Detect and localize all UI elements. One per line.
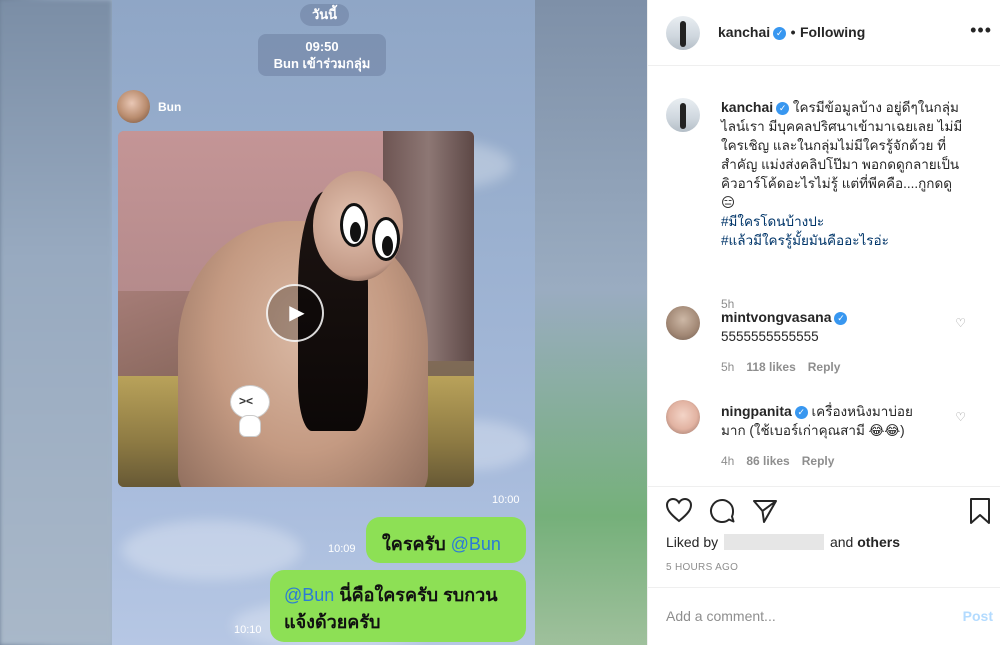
message-line: แจ้งด้วยครับ bbox=[284, 612, 381, 632]
caption-line: ใครเชิญ และในกลุ่มไม่มีใครรู้จักด้วย ที่ bbox=[721, 138, 946, 153]
reply-button[interactable]: Reply bbox=[808, 360, 841, 374]
join-time: 09:50 bbox=[305, 39, 339, 54]
comment-time[interactable]: 4h bbox=[721, 454, 734, 468]
join-text: Bun เข้าร่วมกลุ่ม bbox=[273, 56, 371, 71]
caption-text: kanchai ✓ ใครมีข้อมูลบ้าง อยู่ดีๆในกลุ่ม … bbox=[721, 98, 991, 250]
like-comment-heart-icon[interactable]: ♡ bbox=[955, 316, 966, 330]
post-media[interactable]: วันนี้ 09:50 Bun เข้าร่วมกลุ่ม Bun ▶ >< … bbox=[0, 0, 647, 645]
comment-text: เครื่องหนิงมาบ่อย bbox=[811, 404, 913, 419]
video-message: ▶ >< bbox=[118, 131, 474, 487]
comment-icon[interactable] bbox=[708, 497, 736, 525]
caption-username[interactable]: kanchai bbox=[721, 99, 773, 115]
add-comment-bar: Add a comment... Post bbox=[648, 587, 1000, 645]
heart-icon[interactable] bbox=[665, 497, 693, 523]
mention: @Bun bbox=[450, 534, 501, 554]
mention: @Bun bbox=[284, 585, 335, 605]
header-dot: • bbox=[790, 24, 796, 40]
message-text: นี่คือใครครับ รบกวน bbox=[334, 585, 498, 605]
liked-by-and: and bbox=[829, 534, 854, 550]
comment-meta: 5h 118 likes Reply bbox=[721, 360, 840, 374]
commenter-username[interactable]: ningpanita bbox=[721, 403, 792, 419]
redacted-username bbox=[724, 534, 825, 550]
commenter-avatar[interactable] bbox=[666, 306, 700, 340]
post-header: kanchai ✓ • Following ••• bbox=[648, 0, 1000, 66]
post-timestamp[interactable]: 5 HOURS AGO bbox=[666, 562, 738, 573]
liked-by: Liked by and others bbox=[666, 534, 900, 550]
reply-button[interactable]: Reply bbox=[802, 454, 835, 468]
line-chat-screenshot: วันนี้ 09:50 Bun เข้าร่วมกลุ่ม Bun ▶ >< … bbox=[112, 0, 535, 645]
verified-badge-icon: ✓ bbox=[834, 312, 848, 325]
share-icon[interactable] bbox=[751, 497, 779, 525]
comment-text: มาก (ใช้เบอร์เก่าคุณสามี 😂😂) bbox=[721, 423, 905, 438]
commenter-username[interactable]: mintvongvasana bbox=[721, 309, 831, 325]
sender-avatar bbox=[117, 90, 150, 123]
verified-badge-icon: ✓ bbox=[794, 406, 808, 419]
caption-line: ไลน์เรา มีบุคคลปริศนาเข้ามาเฉยเลย ไม่มี bbox=[721, 119, 963, 134]
censor-eye-sticker-left bbox=[340, 203, 368, 247]
caption-line: สำคัญ แม่งส่งคลิปโป๊มา พอกดดูกลายเป็น bbox=[721, 157, 960, 172]
caption-avatar[interactable] bbox=[666, 98, 700, 132]
sticker-head: >< bbox=[230, 385, 270, 419]
system-join-notice: 09:50 Bun เข้าร่วมกลุ่ม bbox=[258, 34, 386, 76]
others-link[interactable]: others bbox=[857, 534, 900, 550]
comment-time[interactable]: 5h bbox=[721, 360, 734, 374]
message-time: 10:10 bbox=[234, 624, 262, 636]
header-user: kanchai ✓ • Following bbox=[718, 24, 865, 42]
cloud bbox=[122, 520, 302, 580]
hashtag-link[interactable]: #แล้วมีใครรู้มั้ยมันคืออะไรอ่ะ bbox=[721, 233, 889, 248]
sender-name: Bun bbox=[158, 100, 182, 114]
sticker-face: >< bbox=[239, 394, 254, 408]
like-comment-heart-icon[interactable]: ♡ bbox=[955, 410, 966, 424]
liked-by-prefix: Liked by bbox=[666, 534, 719, 550]
media-blur-right bbox=[535, 0, 647, 645]
comment-meta: 4h 86 likes Reply bbox=[721, 454, 834, 468]
caption-line: คิวอาร์โค้ดอะไรไม่รู้ แต่ที่พีคคือ....กู… bbox=[721, 176, 953, 191]
message-time: 10:09 bbox=[328, 543, 356, 555]
post-button[interactable]: Post bbox=[963, 608, 993, 624]
post-actions: Liked by and others 5 HOURS AGO bbox=[648, 486, 1000, 586]
message-line: @Bun นี่คือใครครับ รบกวน bbox=[284, 582, 526, 609]
comment-text: 5555555555555 bbox=[721, 329, 819, 344]
hashtag-link[interactable]: #มีใครโดนบ้างปะ bbox=[721, 214, 824, 229]
sticker-body bbox=[239, 415, 261, 437]
comment: mintvongvasana ✓ 5555555555555 5h 118 like… bbox=[666, 306, 986, 376]
caption: kanchai ✓ ใครมีข้อมูลบ้าง อยู่ดีๆในกลุ่ม … bbox=[666, 98, 986, 311]
comment-likes[interactable]: 118 likes bbox=[746, 360, 795, 374]
commenter-avatar[interactable] bbox=[666, 400, 700, 434]
censor-eye-sticker-right bbox=[372, 217, 400, 261]
more-options-icon[interactable]: ••• bbox=[970, 20, 992, 41]
author-username[interactable]: kanchai bbox=[718, 24, 770, 40]
comments-section[interactable]: kanchai ✓ ใครมีข้อมูลบ้าง อยู่ดีๆในกลุ่ม … bbox=[648, 66, 1000, 486]
comment-body: ningpanita ✓ เครื่องหนิงมาบ่อย มาก (ใช้เบ… bbox=[721, 402, 913, 440]
following-button[interactable]: Following bbox=[800, 24, 865, 40]
add-comment-input[interactable]: Add a comment... bbox=[666, 608, 776, 624]
outgoing-message: ใครครับ @Bun bbox=[366, 517, 526, 563]
comment-body: mintvongvasana ✓ 5555555555555 bbox=[721, 308, 848, 346]
verified-badge-icon: ✓ bbox=[773, 27, 787, 40]
post-side-panel: kanchai ✓ • Following ••• kanchai ✓ ใครมีข… bbox=[647, 0, 1000, 645]
bookmark-icon[interactable] bbox=[968, 497, 992, 525]
date-separator: วันนี้ bbox=[300, 4, 350, 26]
comment: ningpanita ✓ เครื่องหนิงมาบ่อย มาก (ใช้เบ… bbox=[666, 400, 986, 480]
outgoing-message: @Bun นี่คือใครครับ รบกวน แจ้งด้วยครับ bbox=[270, 570, 526, 642]
censor-character-sticker: >< bbox=[230, 385, 270, 437]
verified-badge-icon: ✓ bbox=[776, 102, 790, 115]
video-time: 10:00 bbox=[492, 494, 520, 506]
expressionless-emoji: 😑 bbox=[721, 195, 736, 210]
caption-line: ใครมีข้อมูลบ้าง อยู่ดีๆในกลุ่ม bbox=[792, 100, 959, 115]
play-icon: ▶ bbox=[266, 284, 324, 342]
comment-likes[interactable]: 86 likes bbox=[746, 454, 789, 468]
message-text: ใครครับ bbox=[382, 534, 451, 554]
author-avatar[interactable] bbox=[666, 16, 700, 50]
media-blur-left bbox=[0, 0, 112, 645]
